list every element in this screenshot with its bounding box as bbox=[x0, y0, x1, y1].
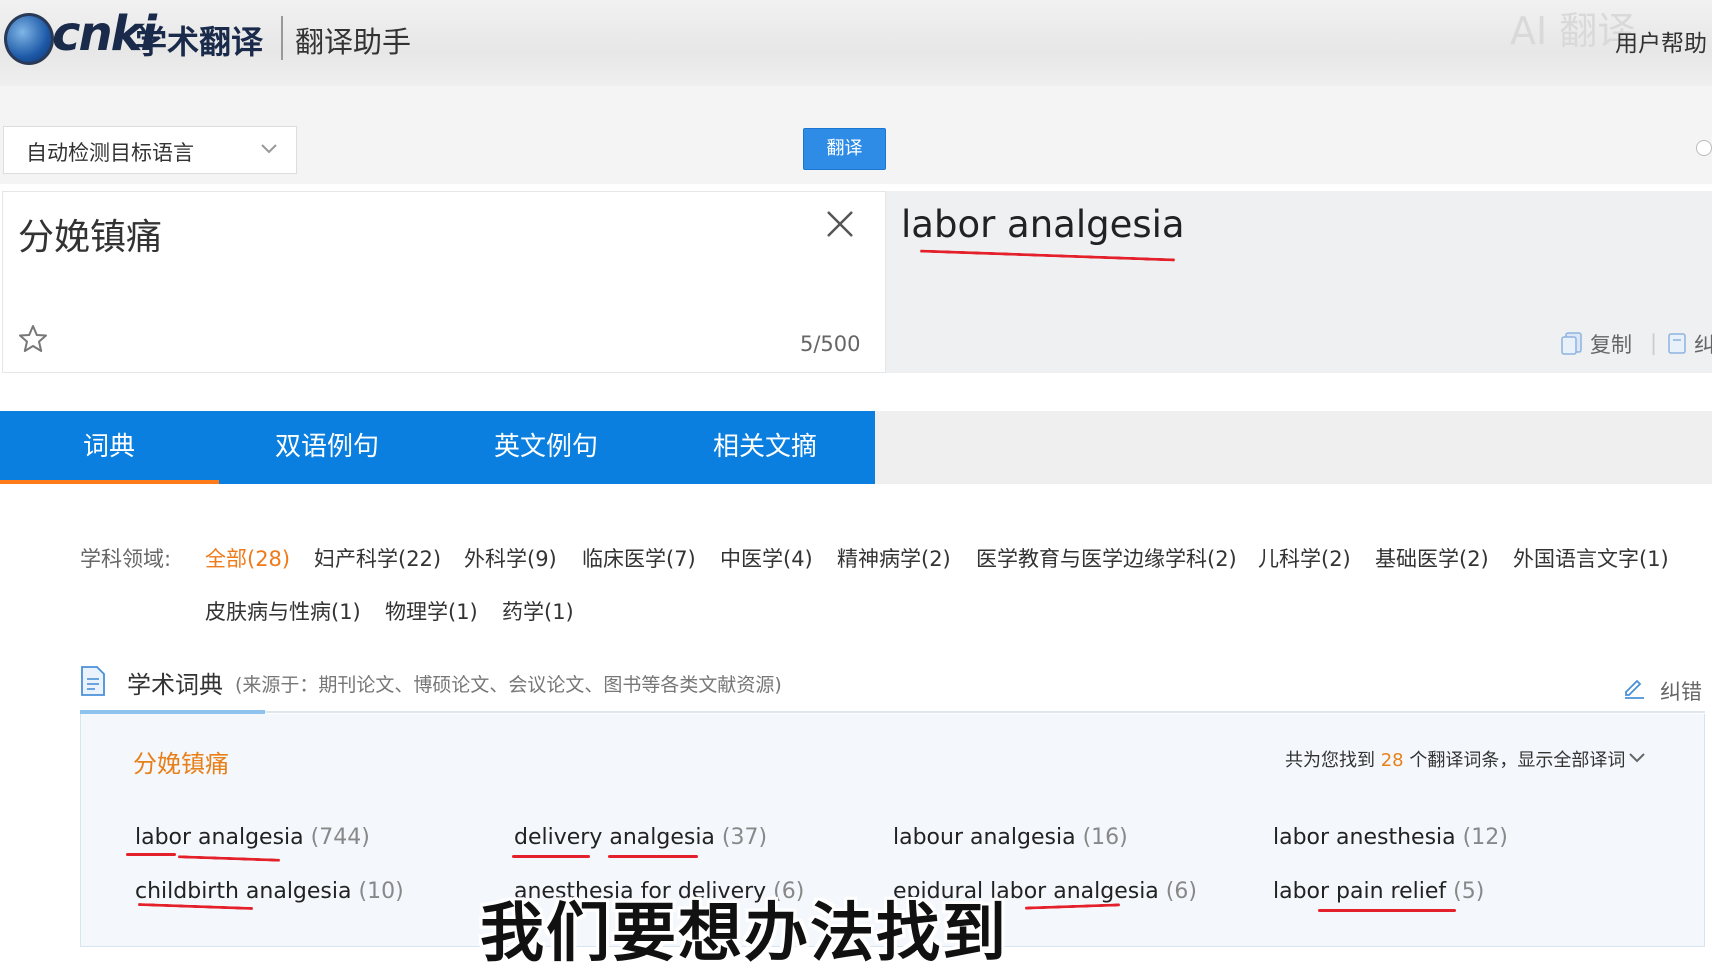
source-text-area[interactable]: 分娩镇痛 5/500 bbox=[2, 191, 886, 373]
result-tabs: 词典 双语例句 英文例句 相关文摘 bbox=[0, 411, 875, 484]
translation-text[interactable]: labour analgesia bbox=[893, 825, 1076, 850]
translation-count: (12) bbox=[1462, 825, 1508, 850]
subject-filter-item[interactable]: 皮肤病与性病(1) bbox=[205, 596, 361, 626]
close-icon[interactable] bbox=[823, 207, 857, 241]
user-help-link[interactable]: 用户帮助 bbox=[1615, 24, 1707, 58]
tab-bar-filler bbox=[875, 411, 1712, 484]
target-text-area: labor analgesia 复制 | 纠 bbox=[886, 191, 1712, 373]
char-count: 5/500 bbox=[800, 332, 861, 356]
tab-related-abstracts[interactable]: 相关文摘 bbox=[656, 411, 874, 484]
subject-filter-item[interactable]: 中医学(4) bbox=[720, 543, 813, 573]
target-language-select[interactable]: 自动检测目标语言 bbox=[3, 126, 297, 174]
result-summary[interactable]: 共为您找到 28 个翻译词条，显示全部译词 bbox=[1285, 746, 1625, 772]
translation-text[interactable]: delivery analgesia bbox=[514, 825, 715, 850]
translation-item[interactable]: labor pain relief (5) bbox=[1273, 879, 1484, 904]
subject-filter-item[interactable]: 临床医学(7) bbox=[582, 543, 696, 573]
translation-text[interactable]: labor analgesia bbox=[135, 825, 304, 850]
translation-text[interactable]: labor pain relief bbox=[1273, 879, 1446, 904]
target-language-value: 自动检测目标语言 bbox=[26, 141, 194, 165]
correct-button[interactable]: 纠 bbox=[1694, 329, 1712, 359]
correct-icon[interactable] bbox=[1666, 330, 1690, 356]
annotation-underline bbox=[1318, 909, 1456, 912]
subject-filter-all[interactable]: 全部(28) bbox=[205, 543, 290, 573]
active-tab-indicator bbox=[0, 480, 219, 484]
document-icon bbox=[81, 666, 105, 696]
tab-dictionary[interactable]: 词典 bbox=[0, 411, 218, 484]
subject-filter-item[interactable]: 药学(1) bbox=[502, 596, 574, 626]
translation-result: labor analgesia bbox=[901, 203, 1185, 246]
subject-filter-item[interactable]: 物理学(1) bbox=[385, 596, 478, 626]
subject-filter-item[interactable]: 儿科学(2) bbox=[1258, 543, 1351, 573]
pencil-icon[interactable] bbox=[1622, 675, 1646, 699]
translation-count: (5) bbox=[1453, 879, 1485, 904]
cnki-globe-icon bbox=[4, 13, 54, 65]
copy-button[interactable]: 复制 bbox=[1590, 329, 1632, 359]
annotation-underline bbox=[126, 853, 176, 856]
page-title: 翻译助手 bbox=[295, 25, 412, 59]
star-icon[interactable] bbox=[17, 323, 49, 355]
annotation-underline bbox=[608, 855, 698, 858]
toolbar-separator: | bbox=[1650, 331, 1658, 355]
subject-filter-label: 学科领域: bbox=[80, 547, 172, 571]
section-source-note: (来源于：期刊论文、博硕论文、会议论文、图书等各类文献资源) bbox=[235, 674, 782, 696]
subject-filter-item[interactable]: 妇产科学(22) bbox=[314, 543, 441, 573]
translation-item[interactable]: labor anesthesia (12) bbox=[1273, 825, 1508, 850]
chevron-down-icon[interactable] bbox=[1626, 747, 1648, 769]
result-count: 28 bbox=[1380, 750, 1404, 771]
chevron-down-icon bbox=[261, 144, 277, 154]
section-divider bbox=[80, 711, 1705, 713]
header-divider bbox=[281, 16, 283, 60]
subject-filter-item[interactable]: 精神病学(2) bbox=[837, 543, 951, 573]
report-error-link[interactable]: 纠错 bbox=[1660, 676, 1702, 706]
translate-button[interactable]: 翻译 bbox=[803, 128, 886, 170]
translation-count: (37) bbox=[721, 825, 768, 850]
translation-text[interactable]: childbirth analgesia bbox=[135, 879, 352, 904]
app-header: AI 翻译 cnki 学术翻译 翻译助手 用户帮助 bbox=[0, 0, 1712, 86]
subject-filter-item[interactable]: 医学教育与医学边缘学科(2) bbox=[976, 543, 1237, 573]
translation-item[interactable]: childbirth analgesia (10) bbox=[135, 879, 404, 904]
translation-count: (16) bbox=[1082, 825, 1128, 850]
translation-item[interactable]: delivery analgesia (37) bbox=[514, 825, 767, 850]
result-term: 分娩镇痛 bbox=[133, 750, 229, 778]
subject-filter-item[interactable]: 外科学(9) bbox=[464, 543, 557, 573]
tab-english-examples[interactable]: 英文例句 bbox=[437, 411, 655, 484]
side-toggle[interactable] bbox=[1696, 140, 1712, 156]
show-all-link[interactable]: 个翻译词条，显示全部译词 bbox=[1409, 750, 1625, 771]
video-subtitle: 我们要想办法找到 bbox=[480, 897, 1008, 971]
copy-icon[interactable] bbox=[1560, 330, 1584, 356]
translation-item[interactable]: labour analgesia (16) bbox=[893, 825, 1128, 850]
subject-filter-item[interactable]: 外国语言文字(1) bbox=[1513, 543, 1669, 573]
subject-filter-item[interactable]: 基础医学(2) bbox=[1375, 543, 1489, 573]
section-title: 学术词典 bbox=[127, 671, 223, 699]
annotation-underline bbox=[512, 855, 590, 858]
tab-bilingual-examples[interactable]: 双语例句 bbox=[218, 411, 436, 484]
translation-count: (744) bbox=[310, 825, 370, 850]
logo-title: 学术翻译 bbox=[135, 23, 264, 61]
source-text[interactable]: 分娩镇痛 bbox=[18, 208, 162, 260]
translation-count: (6) bbox=[1165, 879, 1197, 904]
translation-text[interactable]: labor anesthesia bbox=[1273, 825, 1456, 850]
translation-item[interactable]: labor analgesia (744) bbox=[135, 825, 370, 850]
result-prefix: 共为您找到 bbox=[1285, 750, 1375, 771]
translation-count: (10) bbox=[358, 879, 404, 904]
